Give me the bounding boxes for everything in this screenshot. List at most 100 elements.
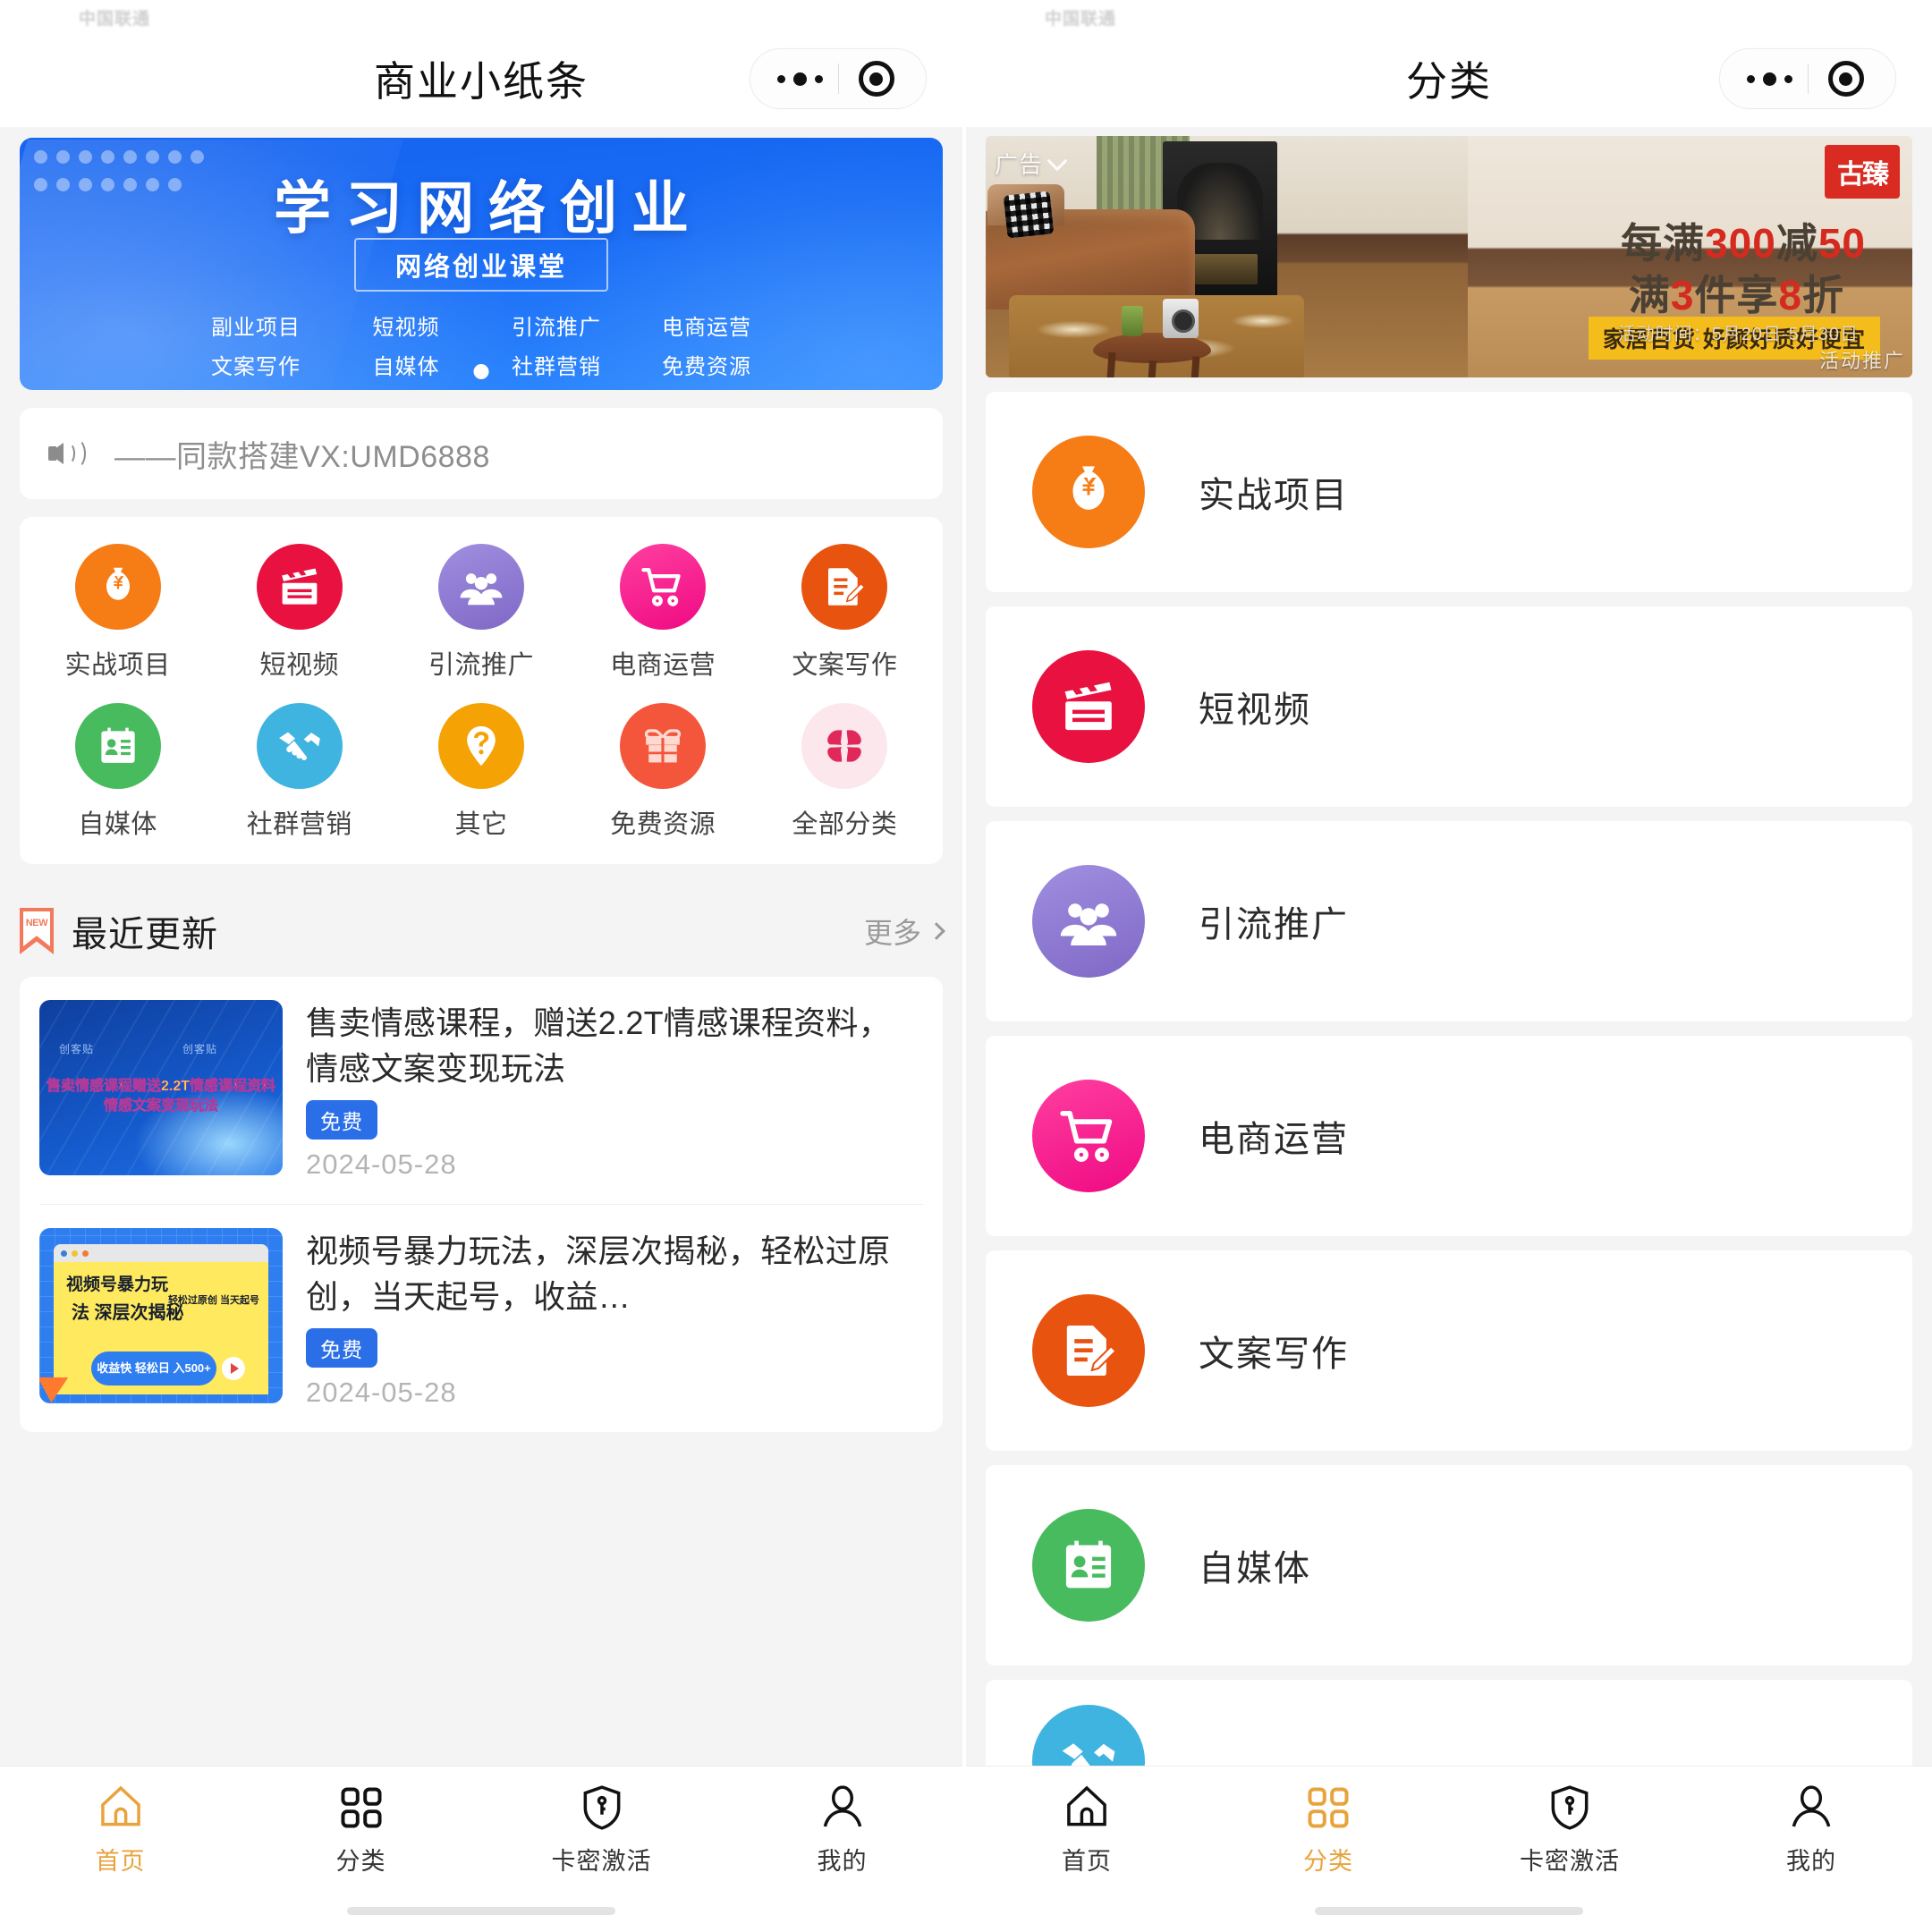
- thumb-text-line: 轻松过原创 当天起号: [167, 1295, 259, 1307]
- tab-card-activate[interactable]: 卡密激活: [1449, 1783, 1690, 1877]
- grid-item-mianfei[interactable]: 免费资源: [572, 703, 754, 841]
- tab-category[interactable]: 分类: [1208, 1783, 1449, 1877]
- ad-promo-label: 活动推广: [1818, 350, 1905, 372]
- ad-number: 8: [1778, 272, 1802, 318]
- id-card-icon: [1032, 1509, 1145, 1622]
- list-item[interactable]: 创客贴 创客贴 售卖情感课程赠送2.2T情感课程资料 情感文案变现玩法 售卖情感…: [39, 977, 923, 1204]
- notice-bar[interactable]: ——同款搭建VX:UMD6888: [20, 408, 943, 499]
- id-card-icon: [74, 703, 161, 789]
- more-dots-icon[interactable]: [1733, 72, 1808, 86]
- miniprogram-capsule[interactable]: [1719, 48, 1896, 109]
- category-row-partial[interactable]: [986, 1680, 1912, 1766]
- ad-headline-1: 每满300减50: [1621, 211, 1866, 270]
- people-group-icon: [1032, 865, 1145, 978]
- right-scroll-body[interactable]: 广告 古臻 每满300减50 满3件享8折 家居百货 好颜好质好便宜 活动时间：…: [966, 127, 1932, 1766]
- miniprogram-capsule[interactable]: [750, 48, 927, 109]
- page-title: 商业小纸条: [374, 58, 589, 105]
- category-list: 实战项目 短视频 引流推广 电商运营 文案写作 自媒体: [986, 392, 1912, 1766]
- tab-category[interactable]: 分类: [241, 1783, 481, 1877]
- ad-text: 每满: [1621, 220, 1706, 267]
- home-indicator: [0, 1893, 962, 1932]
- grid-squares-icon: [340, 1787, 382, 1828]
- home-icon: [100, 1785, 140, 1826]
- ad-label[interactable]: 广告: [995, 147, 1068, 180]
- grid-item-yinliu[interactable]: 引流推广: [390, 544, 572, 682]
- more-link[interactable]: 更多: [863, 911, 945, 952]
- person-icon: [823, 1785, 861, 1827]
- carousel-indicator-dot[interactable]: [473, 364, 489, 379]
- document-pen-icon: [1032, 1294, 1145, 1407]
- hero-banner[interactable]: 学习网络创业 网络创业课堂 副业项目 短视频 引流推广 电商运营 文案写作 自媒…: [20, 138, 943, 390]
- shopping-cart-icon: [1032, 1080, 1145, 1192]
- grid-item-wenan[interactable]: 文案写作: [754, 544, 936, 682]
- right-tab-bar: 首页 分类 卡密激活 我的: [966, 1766, 1932, 1893]
- list-item[interactable]: 视频号暴力玩 法 深层次揭秘 轻松过原创 当天起号 收益快 轻松日 入500+ …: [39, 1204, 923, 1432]
- hero-tag: 短视频: [372, 316, 440, 340]
- advertisement-banner[interactable]: 广告 古臻 每满300减50 满3件享8折 家居百货 好颜好质好便宜 活动时间：…: [986, 136, 1912, 377]
- grid-item-shequn[interactable]: 社群营销: [208, 703, 390, 841]
- thumb-text-line: 视频号暴力玩: [66, 1275, 169, 1295]
- category-row-dianshang[interactable]: 电商运营: [986, 1036, 1912, 1236]
- grid-dots-icon: [801, 703, 888, 789]
- tab-home[interactable]: 首页: [966, 1783, 1208, 1877]
- tab-label: 分类: [1303, 1848, 1353, 1875]
- tab-profile[interactable]: 我的: [722, 1783, 962, 1877]
- notice-text: ——同款搭建VX:UMD6888: [114, 439, 490, 474]
- more-dots-icon[interactable]: [763, 72, 838, 86]
- people-group-icon: [437, 544, 524, 630]
- section-title: 最近更新: [72, 915, 218, 954]
- tab-label: 卡密激活: [551, 1848, 652, 1875]
- grid-item-label: 文案写作: [792, 651, 898, 680]
- tab-home[interactable]: 首页: [0, 1783, 241, 1877]
- ad-text: 折: [1802, 272, 1844, 318]
- grid-item-duanshipin[interactable]: 短视频: [208, 544, 390, 682]
- status-bar: 中国联通: [0, 0, 962, 30]
- category-label: 电商运营: [1199, 1120, 1349, 1159]
- recent-updates-list: 创客贴 创客贴 售卖情感课程赠送2.2T情感课程资料 情感文案变现玩法 售卖情感…: [20, 977, 943, 1433]
- shield-key-icon: [583, 1785, 620, 1830]
- thumb-text-line: 法 深层次揭秘: [72, 1303, 184, 1324]
- home-screen: 中国联通 商业小纸条 学习网络创业 网络创业课堂 副业项目 短视频 引流推广 电…: [0, 0, 966, 1932]
- handshake-icon: [1032, 1705, 1145, 1766]
- status-bar-carrier: 中国联通: [1045, 10, 1117, 29]
- grid-item-qita[interactable]: 其它: [390, 703, 572, 841]
- target-circle-icon[interactable]: [1809, 61, 1884, 97]
- target-circle-icon[interactable]: [839, 61, 914, 97]
- ad-number: 300: [1705, 220, 1776, 267]
- list-item-date: 2024-05-28: [306, 1377, 457, 1409]
- recent-updates-header: NEW 最近更新 更多: [20, 891, 945, 971]
- category-row-zimeiti[interactable]: 自媒体: [986, 1465, 1912, 1665]
- grid-item-label: 实战项目: [64, 651, 171, 680]
- category-row-duanshipin[interactable]: 短视频: [986, 606, 1912, 807]
- left-tab-bar: 首页 分类 卡密激活 我的: [0, 1766, 962, 1893]
- handshake-icon: [256, 703, 343, 789]
- hero-subtitle: 网络创业课堂: [353, 238, 609, 292]
- hero-tag: 副业项目: [211, 316, 301, 340]
- category-row-wenan[interactable]: 文案写作: [986, 1250, 1912, 1451]
- category-screen: 中国联通 分类 广告 古臻 每满300减50 满3件享8折 家居百货 好颜好质好…: [966, 0, 1932, 1932]
- grid-item-zimeiti[interactable]: 自媒体: [27, 703, 208, 841]
- grid-item-quanbu[interactable]: 全部分类: [754, 703, 936, 841]
- tab-label: 卡密激活: [1520, 1848, 1620, 1875]
- clapperboard-icon: [256, 544, 343, 630]
- new-ribbon-icon: NEW: [20, 908, 54, 954]
- more-link-label: 更多: [863, 917, 921, 949]
- shopping-cart-icon: [620, 544, 707, 630]
- category-label: 短视频: [1199, 691, 1311, 730]
- hero-tag: 免费资源: [662, 355, 751, 379]
- category-row-shizhan[interactable]: 实战项目: [986, 392, 1912, 592]
- grid-item-dianshang[interactable]: 电商运营: [572, 544, 754, 682]
- grid-item-label: 其它: [454, 810, 508, 839]
- grid-item-shizhan[interactable]: 实战项目: [27, 544, 208, 682]
- tab-profile[interactable]: 我的: [1690, 1783, 1932, 1877]
- grid-item-label: 引流推广: [428, 651, 534, 680]
- ad-number: 3: [1670, 272, 1695, 318]
- left-scroll-body[interactable]: 学习网络创业 网络创业课堂 副业项目 短视频 引流推广 电商运营 文案写作 自媒…: [0, 127, 962, 1766]
- tab-card-activate[interactable]: 卡密激活: [481, 1783, 722, 1877]
- ad-text: 减: [1775, 220, 1818, 267]
- category-row-yinliu[interactable]: 引流推广: [986, 821, 1912, 1021]
- money-bag-icon: [74, 544, 161, 630]
- thumb-text-line: 情感文案变现玩法: [103, 1097, 219, 1114]
- shield-key-icon: [1551, 1785, 1589, 1830]
- tab-label: 我的: [1786, 1848, 1836, 1875]
